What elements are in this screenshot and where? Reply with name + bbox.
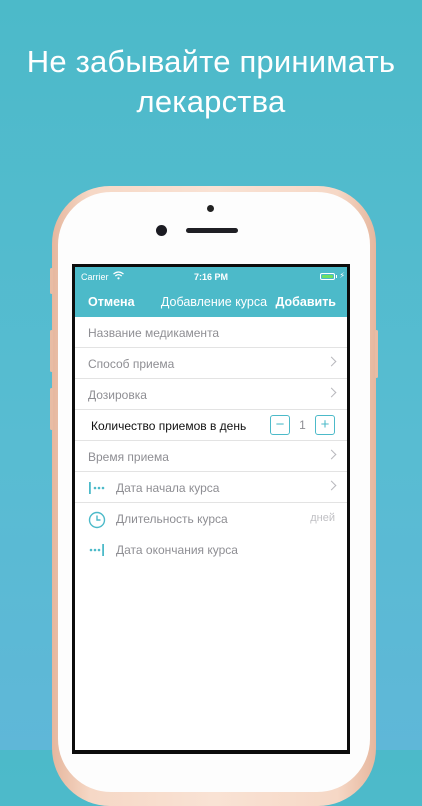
- phone-side-button: [50, 268, 53, 294]
- chevron-right-icon: [326, 480, 337, 491]
- chevron-right-icon: [326, 449, 337, 460]
- proximity-sensor: [207, 205, 214, 212]
- duration-unit: дней: [310, 512, 335, 524]
- phone-power-button: [375, 330, 378, 378]
- nav-bar: Отмена Добавление курса Добавить: [75, 287, 347, 317]
- doses-per-day-label: Количество приемов в день: [91, 419, 247, 433]
- phone-volume-down: [50, 388, 53, 430]
- battery-tip: [336, 275, 337, 278]
- decrement-button[interactable]: −: [270, 415, 290, 435]
- intake-time-row[interactable]: Время приема: [75, 441, 347, 472]
- end-date-row[interactable]: Дата окончания курса: [75, 534, 347, 565]
- status-time: 7:16 PM: [193, 272, 228, 282]
- duration-label: Длительность курса: [116, 512, 228, 526]
- status-bar: Carrier 7:16 PM ⚡: [75, 267, 347, 287]
- charging-icon: ⚡: [339, 271, 345, 280]
- headline-line-1: Не забывайте принимать: [26, 44, 396, 79]
- end-date-label: Дата окончания курса: [116, 543, 238, 557]
- medication-name-placeholder: Название медикамента: [88, 326, 220, 340]
- duration-row[interactable]: Длительность курса дней: [75, 503, 347, 534]
- earpiece-speaker: [186, 228, 238, 233]
- start-date-row[interactable]: Дата начала курса: [75, 472, 347, 503]
- start-date-icon: [88, 480, 106, 496]
- start-date-label: Дата начала курса: [116, 481, 220, 495]
- app-screen: Carrier 7:16 PM ⚡ Отмена Добавление курс…: [75, 267, 347, 750]
- doses-stepper: − 1 +: [270, 415, 335, 435]
- intake-time-label: Время приема: [88, 450, 169, 464]
- doses-per-day-row: Количество приемов в день − 1 +: [75, 410, 347, 441]
- method-row[interactable]: Способ приема: [75, 348, 347, 379]
- dosage-row[interactable]: Дозировка: [75, 379, 347, 410]
- promo-headline: Не забывайте принимать лекарства: [0, 42, 422, 122]
- medication-name-field[interactable]: Название медикамента: [75, 317, 347, 348]
- end-date-icon: [88, 542, 106, 558]
- chevron-right-icon: [326, 356, 337, 367]
- chevron-right-icon: [326, 387, 337, 398]
- dosage-label: Дозировка: [88, 388, 147, 402]
- phone-volume-up: [50, 330, 53, 372]
- headline-line-2: лекарства: [136, 84, 286, 119]
- add-button[interactable]: Добавить: [275, 295, 336, 309]
- increment-button[interactable]: +: [315, 415, 335, 435]
- doses-count: 1: [299, 418, 306, 432]
- method-label: Способ приема: [88, 357, 175, 371]
- clock-icon: [88, 511, 106, 529]
- front-camera: [156, 225, 167, 236]
- battery-icon: [320, 273, 335, 280]
